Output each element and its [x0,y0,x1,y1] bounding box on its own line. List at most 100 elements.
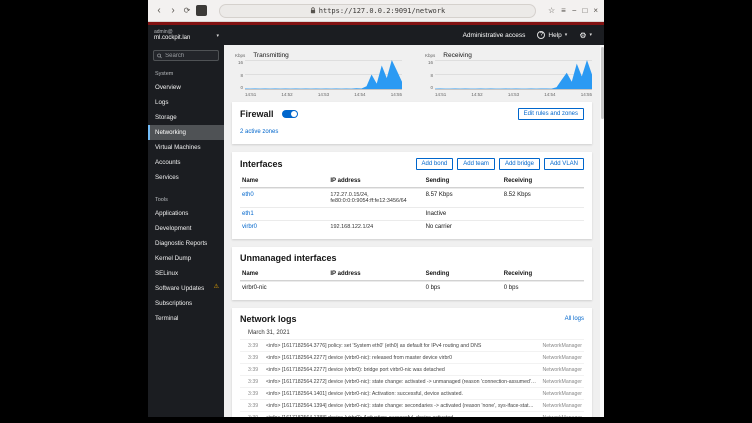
log-source: NetworkManager [543,415,585,418]
sidebar-search[interactable] [153,50,219,61]
log-entry[interactable]: 3:39 <info> [1617182564.1388] device (vi… [240,411,584,417]
close-icon[interactable]: × [593,6,598,15]
search-icon [157,53,162,59]
edit-rules-button[interactable]: Edit rules and zones [518,108,584,120]
sidebar-item-virtual-machines[interactable]: Virtual Machines [148,140,224,155]
user-menu[interactable]: admin@ ml.cockpit.lan ▾ [148,27,224,44]
unmanaged-title: Unmanaged interfaces [240,253,337,263]
scrollbar[interactable] [600,45,604,417]
log-source: NetworkManager [543,367,585,373]
sidebar-item-applications[interactable]: Applications [148,206,224,221]
sidebar-item-logs[interactable]: Logs [148,95,224,110]
forward-button[interactable]: › [168,6,178,16]
maximize-icon[interactable]: □ [582,6,587,15]
administrative-access-label: Administrative access [463,32,526,39]
log-time: 3:39 [248,403,266,409]
sidebar: System Overview Logs Storage Networking … [148,45,224,417]
bookmark-star-icon[interactable]: ☆ [548,6,555,15]
log-time: 3:39 [248,343,266,349]
log-date: March 31, 2021 [248,330,584,336]
sidebar-item-services[interactable]: Services [148,170,224,185]
network-logs-title: Network logs [240,314,297,324]
cockpit-app: admin@ ml.cockpit.lan ▾ Administrative a… [148,25,604,417]
log-source: NetworkManager [543,403,585,409]
sidebar-item-networking[interactable]: Networking [148,125,224,140]
log-message: <info> [1617182564.1401] device (virbr0-… [266,391,543,397]
session-menu[interactable]: ⚙ ▾ [579,31,592,40]
warning-icon: ⚠ [214,284,219,291]
interfaces-card: Interfaces Add bond Add team Add bridge … [232,152,592,239]
chevron-down-icon: ▾ [565,32,568,38]
interfaces-title: Interfaces [240,159,283,169]
sidebar-item-development[interactable]: Development [148,221,224,236]
active-zones-link[interactable]: 2 active zones [240,129,278,135]
receiving-plot [435,60,592,90]
all-logs-link[interactable]: All logs [565,316,584,322]
log-source: NetworkManager [543,343,585,349]
sidebar-item-storage[interactable]: Storage [148,110,224,125]
log-source: NetworkManager [543,379,585,385]
sending-value: 8.57 Kbps [426,192,504,198]
add-bond-button[interactable]: Add bond [416,158,454,170]
interface-link-virbr0[interactable]: virbr0 [242,224,330,230]
log-source: NetworkManager [543,391,585,397]
log-entry[interactable]: 3:39 <info> [1617182564.2272] device (vi… [240,375,584,387]
minimize-icon[interactable]: − [572,6,577,15]
chevron-down-icon: ▾ [589,32,592,38]
unmanaged-interfaces-card: Unmanaged interfaces NameIP addressSendi… [232,247,592,300]
receiving-title: Receiving [443,52,472,59]
lock-icon [310,7,316,14]
interface-link-eth1[interactable]: eth1 [242,211,330,217]
address-bar[interactable]: https://127.0.0.2:9091/network [219,4,536,18]
firewall-toggle[interactable] [282,110,298,118]
table-row: virbr0-nic 0 bps 0 bps [240,281,584,294]
interface-link-eth0[interactable]: eth0 [242,192,330,198]
sidebar-section-system: System [148,67,224,80]
active-tab-icon[interactable] [196,5,207,16]
network-charts: Kbps Transmitting 16 8 0 14:5114:5214:53… [230,50,596,102]
ip-address: 172.27.0.15/24, fe80:0:0:0:9054:ff:fe12:… [330,192,425,204]
log-entry[interactable]: 3:39 <info> [1617182564.1394] device (vi… [240,399,584,411]
table-row: eth1 Inactive [240,207,584,220]
sidebar-item-accounts[interactable]: Accounts [148,155,224,170]
back-button[interactable]: ‹ [154,6,164,16]
log-message: <info> [1617182564.2272] device (virbr0-… [266,379,543,385]
sidebar-item-selinux[interactable]: SELinux [148,266,224,281]
log-entry[interactable]: 3:39 <info> [1617182564.2277] device (vi… [240,351,584,363]
menu-icon[interactable]: ≡ [561,6,566,15]
refresh-button[interactable]: ⟳ [182,6,192,16]
help-menu[interactable]: ? Help ▾ [537,31,567,39]
search-input[interactable] [165,53,215,59]
log-time: 3:39 [248,379,266,385]
sidebar-item-terminal[interactable]: Terminal [148,311,224,326]
receiving-xaxis: 14:5114:5214:5314:5414:55 [424,92,592,97]
window-controls: ☆ ≡ − □ × [548,6,598,15]
add-vlan-button[interactable]: Add VLAN [544,158,584,170]
help-icon: ? [537,31,545,39]
log-message: <info> [1617182564.2277] device (virbr0)… [266,367,543,373]
table-header: NameIP addressSendingReceiving [240,268,584,281]
main-content: Kbps Transmitting 16 8 0 14:5114:5214:53… [224,45,604,417]
browser-toolbar: ‹ › ⟳ https://127.0.0.2:9091/network ☆ ≡… [148,0,604,22]
scrollbar-thumb[interactable] [601,47,604,119]
app-masthead: admin@ ml.cockpit.lan ▾ Administrative a… [148,25,604,45]
sending-value: No carrier [426,224,504,230]
log-entry[interactable]: 3:39 <info> [1617182564.1401] device (vi… [240,387,584,399]
log-message: <info> [1617182564.2277] device (virbr0-… [266,355,543,361]
log-entry[interactable]: 3:39 <info> [1617182564.2277] device (vi… [240,363,584,375]
log-entry[interactable]: 3:39 <info> [1617182564.3776] policy: se… [240,339,584,351]
add-bridge-button[interactable]: Add bridge [499,158,540,170]
sidebar-item-software-updates[interactable]: Software Updates ⚠ [148,281,224,296]
url-text: https://127.0.0.2:9091/network [319,7,445,15]
administrative-access-button[interactable]: Administrative access [463,32,526,39]
sidebar-item-subscriptions[interactable]: Subscriptions [148,296,224,311]
log-time: 3:39 [248,415,266,418]
network-logs-card: Network logs All logs March 31, 2021 3:3… [232,308,592,417]
sidebar-item-overview[interactable]: Overview [148,80,224,95]
log-source: NetworkManager [543,355,585,361]
table-row: eth0 172.27.0.15/24, fe80:0:0:0:9054:ff:… [240,188,584,207]
sidebar-item-diagnostic-reports[interactable]: Diagnostic Reports [148,236,224,251]
sidebar-item-kernel-dump[interactable]: Kernel Dump [148,251,224,266]
add-team-button[interactable]: Add team [457,158,495,170]
firewall-title: Firewall [240,109,274,119]
